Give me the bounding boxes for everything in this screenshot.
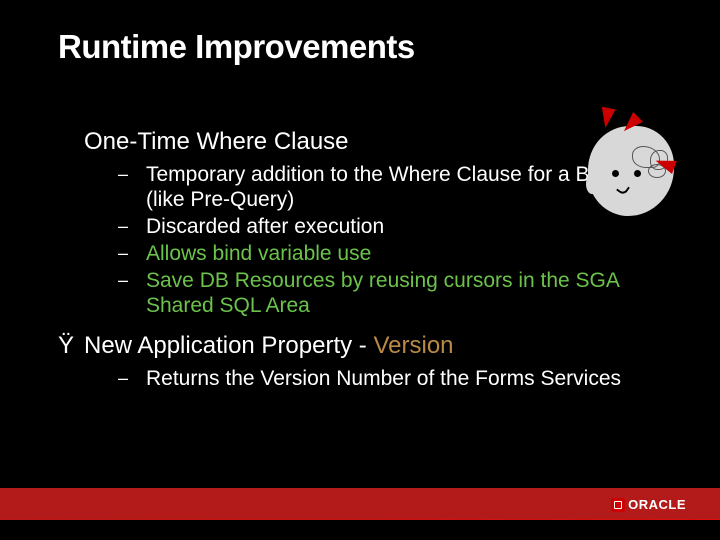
dash-icon: – bbox=[118, 214, 146, 239]
topic-label-prefix: New Application Property - bbox=[84, 332, 373, 359]
topic-bullet: Ÿ bbox=[58, 332, 84, 360]
list-item-text: Discarded after execution bbox=[146, 214, 384, 239]
topic-new-app-property: Ÿ New Application Property - Version bbox=[58, 332, 678, 360]
slide-title: Runtime Improvements bbox=[58, 28, 415, 66]
brain-illustration bbox=[554, 108, 684, 228]
dash-icon: – bbox=[118, 162, 146, 187]
footer-black-strip bbox=[0, 520, 720, 540]
slide: Runtime Improvements One-Time Where Clau… bbox=[0, 0, 720, 540]
topic-label-link: Version bbox=[373, 332, 453, 359]
list-item-text: Allows bind variable use bbox=[146, 241, 371, 266]
list-item: – Save DB Resources by reusing cursors i… bbox=[118, 268, 678, 318]
topic-2-sublist: – Returns the Version Number of the Form… bbox=[118, 366, 678, 391]
list-item-text: Save DB Resources by reusing cursors in … bbox=[146, 268, 666, 318]
dash-icon: – bbox=[118, 268, 146, 293]
list-item-text: Returns the Version Number of the Forms … bbox=[146, 366, 621, 391]
topic-label: One-Time Where Clause bbox=[84, 128, 349, 156]
oracle-logo: ORACLE bbox=[611, 497, 686, 512]
dash-icon: – bbox=[118, 241, 146, 266]
list-item: – Allows bind variable use bbox=[118, 241, 678, 266]
oracle-logo-text: ORACLE bbox=[628, 497, 686, 512]
oracle-logo-icon bbox=[611, 498, 625, 512]
arrow-icon bbox=[598, 107, 615, 129]
topic-label: New Application Property - Version bbox=[84, 332, 454, 360]
head-shape-icon bbox=[588, 126, 674, 216]
dash-icon: – bbox=[118, 366, 146, 391]
list-item: – Returns the Version Number of the Form… bbox=[118, 366, 678, 391]
